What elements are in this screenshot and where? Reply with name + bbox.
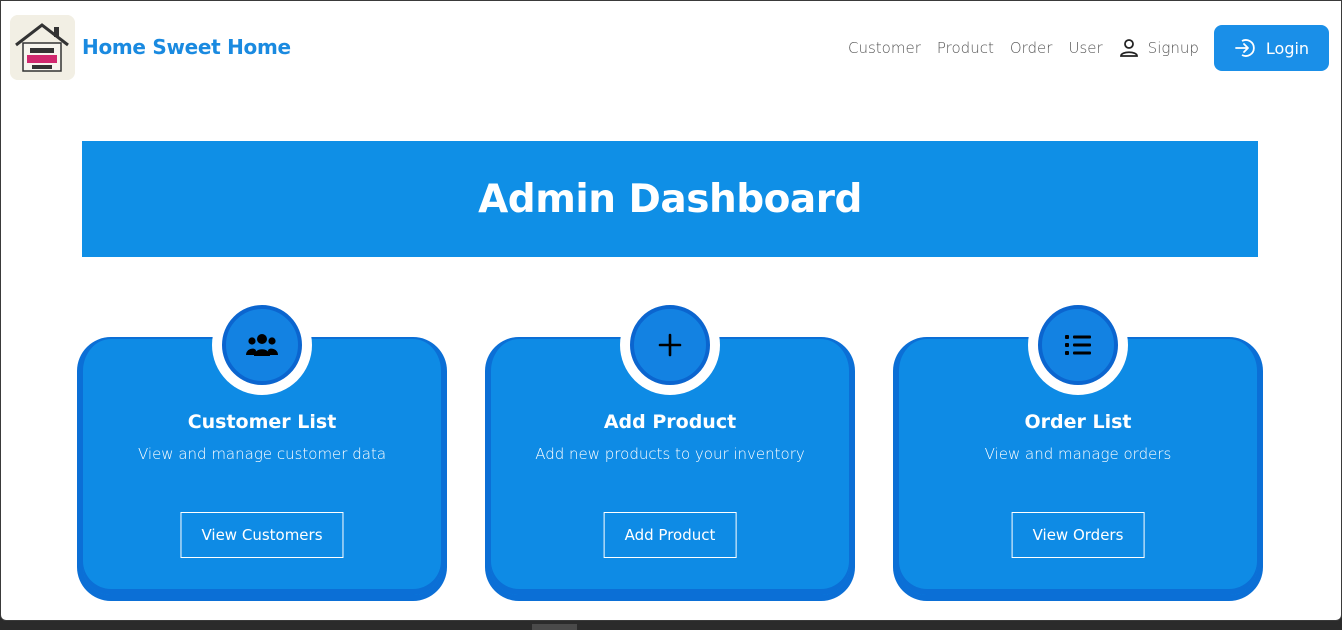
view-customers-button[interactable]: View Customers (180, 512, 344, 558)
card-customer-list: Customer List View and manage customer d… (77, 295, 447, 601)
house-logo-icon[interactable] (10, 15, 75, 80)
navbar: Home Sweet Home Customer Product Order U… (1, 1, 1341, 96)
card-add-product: Add Product Add new products to your inv… (485, 295, 855, 601)
nav-link-product[interactable]: Product (937, 39, 994, 57)
page-title: Admin Dashboard (478, 176, 862, 222)
users-icon (222, 305, 302, 385)
dashboard-banner: Admin Dashboard (82, 141, 1258, 257)
plus-icon (630, 305, 710, 385)
card-title: Order List (1024, 411, 1132, 433)
card-icon-ring (212, 295, 312, 395)
signup-link[interactable]: Signup (1119, 38, 1199, 58)
add-product-button[interactable]: Add Product (603, 512, 737, 558)
nav-link-customer[interactable]: Customer (848, 39, 921, 57)
nav-links: Customer Product Order User Signup (848, 38, 1215, 58)
login-label: Login (1265, 38, 1310, 58)
nav-link-order[interactable]: Order (1010, 39, 1053, 57)
list-icon (1038, 305, 1118, 385)
card-icon-ring (620, 295, 720, 395)
view-orders-button[interactable]: View Orders (1011, 512, 1145, 558)
browser-viewport: Home Sweet Home Customer Product Order U… (0, 0, 1342, 621)
card-description: View and manage customer data (137, 445, 387, 463)
brand-name[interactable]: Home Sweet Home (82, 35, 291, 59)
login-button[interactable]: Login (1214, 25, 1329, 71)
user-icon (1119, 39, 1138, 57)
card-description: Add new products to your inventory (535, 445, 805, 463)
nav-link-user[interactable]: User (1068, 39, 1102, 57)
card-description: View and manage orders (984, 445, 1172, 463)
card-title: Customer List (187, 411, 337, 433)
signup-label: Signup (1147, 39, 1199, 57)
card-title: Add Product (603, 411, 737, 433)
login-icon (1235, 39, 1255, 57)
card-icon-ring (1028, 295, 1128, 395)
card-order-list: Order List View and manage orders View O… (893, 295, 1263, 601)
taskbar-indicator (532, 624, 577, 630)
